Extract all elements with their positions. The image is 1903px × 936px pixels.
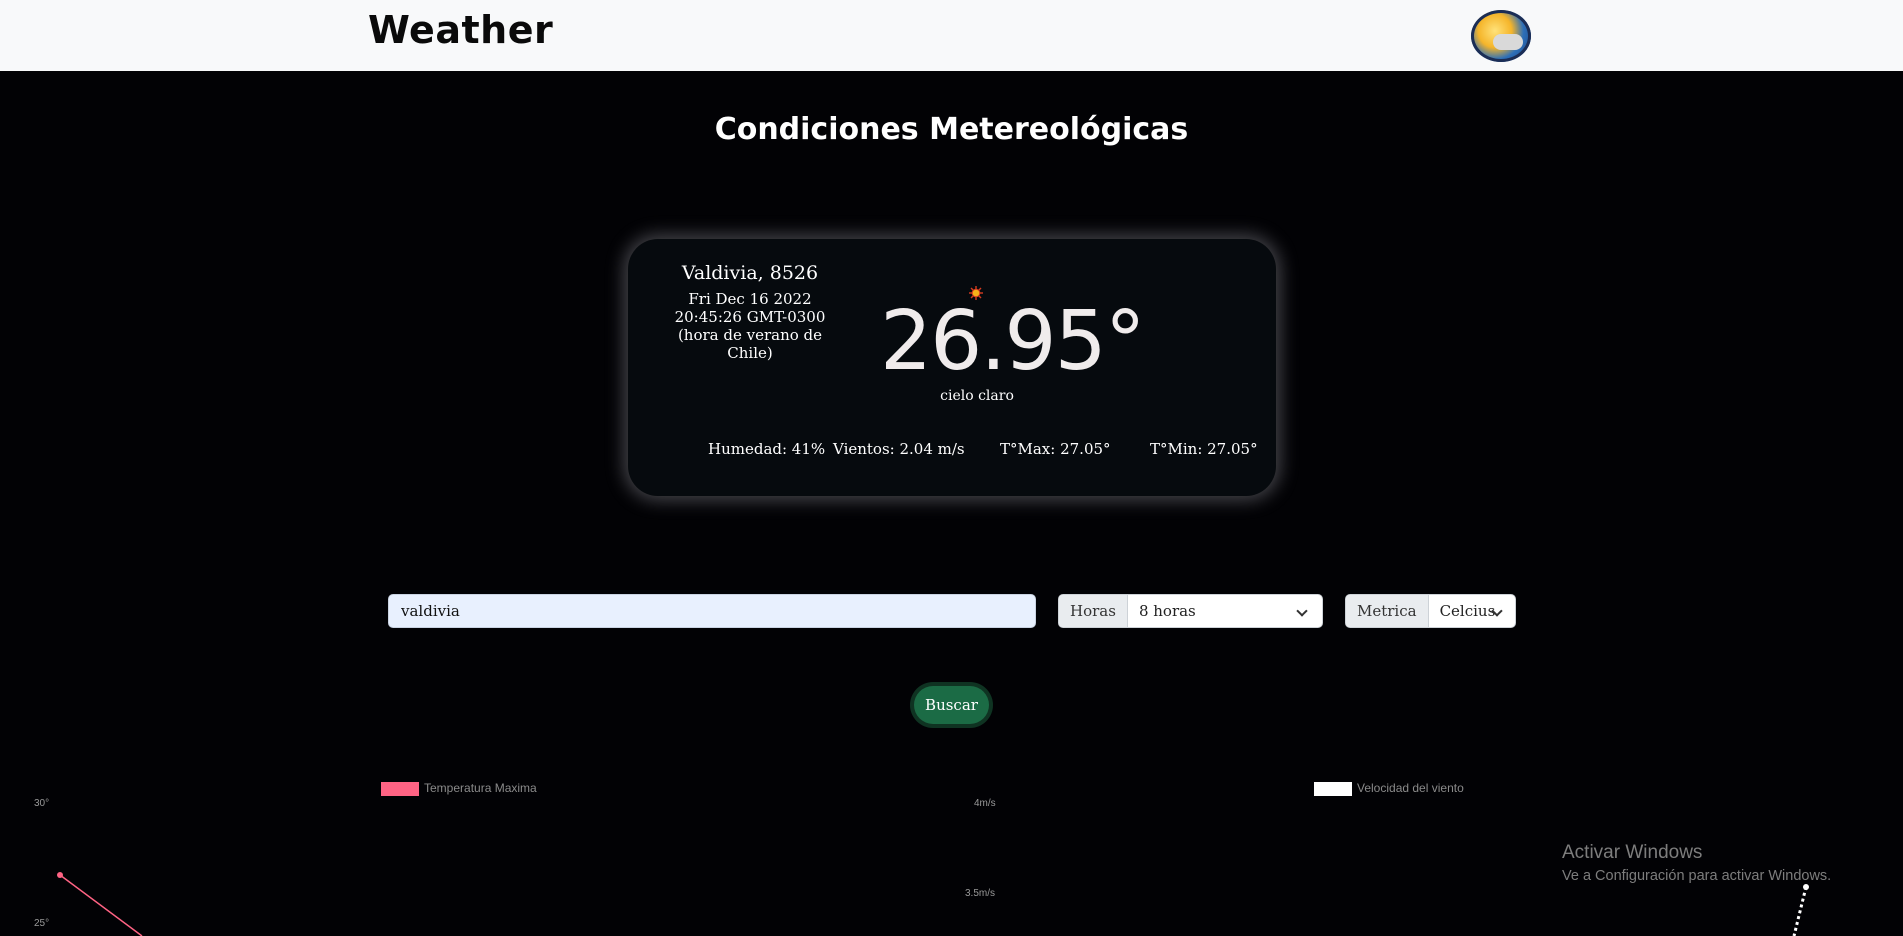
wind-data-point — [1803, 884, 1809, 890]
wind-series-line — [1792, 886, 1808, 936]
tmin-stat: T°Min: 27.05° — [1150, 440, 1258, 458]
date-time: Fri Dec 16 2022 20:45:26 GMT-0300 (hora … — [674, 290, 826, 362]
hours-select[interactable]: 8 horas — [1128, 595, 1322, 627]
metric-selected-value: Celcius — [1439, 602, 1496, 620]
weather-logo-icon[interactable] — [1471, 10, 1531, 62]
hours-label: Horas — [1059, 595, 1128, 627]
weather-description: cielo claro — [940, 388, 1014, 404]
city-name: Valdivia, 8526 — [681, 262, 819, 284]
metric-select-group[interactable]: Metrica Celcius — [1345, 594, 1516, 628]
humidity-stat: Humedad: 41% — [708, 440, 826, 458]
top-navbar: Weather — [0, 0, 1903, 71]
temp-series-line — [59, 874, 143, 936]
page-title: Condiciones Metereológicas — [714, 112, 1189, 147]
brand-title[interactable]: Weather — [368, 8, 553, 52]
metric-select[interactable]: Celcius — [1429, 595, 1515, 627]
search-button[interactable]: Buscar — [914, 686, 989, 724]
activation-watermark-subtitle: Ve a Configuración para activar Windows. — [1562, 868, 1832, 884]
metric-label: Metrica — [1346, 595, 1429, 627]
hours-select-group[interactable]: Horas 8 horas — [1058, 594, 1323, 628]
city-search-input[interactable] — [388, 594, 1036, 628]
temperature-value: 26.95° — [880, 294, 1146, 389]
activation-watermark-title: Activar Windows — [1562, 842, 1703, 863]
chevron-down-icon — [1296, 605, 1308, 617]
hours-selected-value: 8 horas — [1138, 602, 1196, 620]
wind-stat: Vientos: 2.04 m/s — [833, 440, 965, 458]
temp-data-point — [57, 872, 63, 878]
tmax-stat: T°Max: 27.05° — [1000, 440, 1111, 458]
